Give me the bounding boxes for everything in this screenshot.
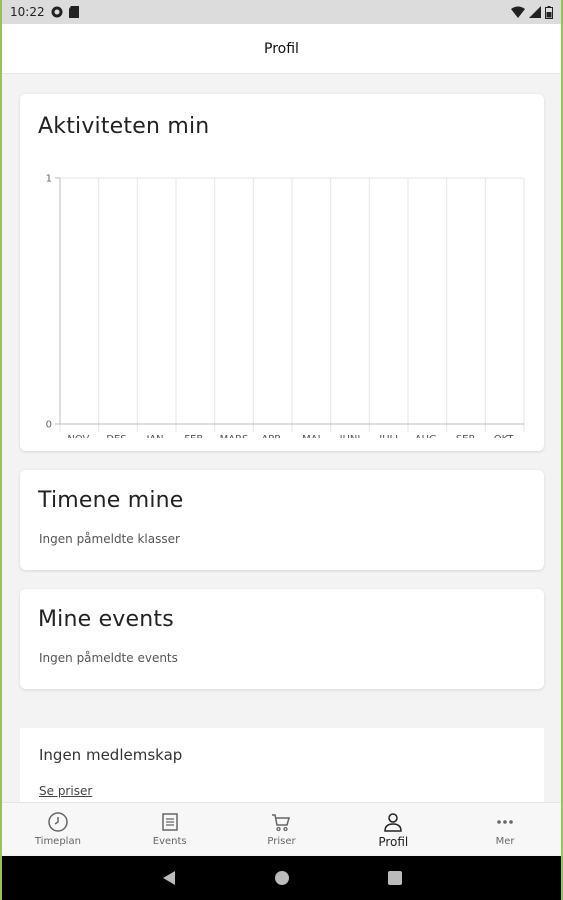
see-prices-link[interactable]: Se priser — [39, 784, 92, 798]
status-time: 10:22 — [10, 5, 45, 19]
back-icon[interactable] — [162, 870, 176, 886]
chart-x-tick-label: JUNI — [339, 434, 361, 438]
chart-x-tick-label: AUG. — [415, 434, 440, 438]
chart-y-tick-label: 1 — [46, 174, 52, 185]
activity-title: Aktiviteten min — [38, 114, 210, 139]
person-icon — [384, 813, 403, 832]
events-empty-text: Ingen påmeldte events — [39, 651, 178, 665]
events-title: Mine events — [38, 607, 174, 632]
battery-icon — [545, 5, 553, 19]
chart-x-tick-label: APR. — [261, 434, 284, 438]
membership-title: Ingen medlemskap — [39, 746, 183, 764]
status-bar: 10:22 — [2, 0, 561, 24]
activity-card: Aktiviteten min 0 1 NOV. DES. JAN. FEB. MARS AP… — [20, 94, 544, 451]
activity-chart: 0 1 NOV. DES. JAN. FEB. MARS APR. MAI JUNI JULI AUG… — [46, 174, 525, 438]
wifi-icon — [511, 6, 525, 18]
profile-content[interactable]: Aktiviteten min 0 1 NOV. DES. JAN. FEB. MARS AP… — [2, 74, 561, 802]
nav-label-priser: Priser — [267, 836, 296, 847]
app-notification-icon — [51, 6, 63, 18]
chart-x-tick-label: NOV. — [67, 434, 91, 438]
signal-icon — [529, 6, 541, 18]
nav-item-mer[interactable]: Mer — [449, 803, 561, 854]
chart-x-tick-label: JULI — [378, 434, 398, 438]
home-icon[interactable] — [274, 870, 290, 886]
chart-y-tick-label: 0 — [46, 420, 52, 431]
system-navigation-bar — [2, 856, 561, 900]
chart-x-tick-label: SEP. — [456, 434, 476, 438]
list-icon — [161, 813, 178, 831]
nav-label-mer: Mer — [495, 836, 515, 847]
events-card: Mine events Ingen påmeldte events — [20, 589, 544, 689]
bottom-nav: Timeplan Events Priser Profil Mer — [2, 802, 561, 854]
nav-item-timeplan[interactable]: Timeplan — [2, 803, 114, 854]
clock-icon — [48, 812, 68, 832]
classes-empty-text: Ingen påmeldte klasser — [39, 532, 180, 546]
recents-icon[interactable] — [387, 871, 402, 885]
cart-icon — [272, 814, 291, 832]
chart-x-tick-label: FEB. — [184, 434, 206, 438]
chart-x-tick-label: MARS — [220, 434, 249, 438]
more-icon — [497, 820, 513, 824]
nav-item-events[interactable]: Events — [114, 803, 226, 854]
nav-item-profil[interactable]: Profil — [337, 803, 449, 854]
chart-x-tick-label: DES. — [106, 434, 130, 438]
chart-x-tick-label: JAN. — [146, 434, 167, 438]
nav-label-profil: Profil — [378, 835, 409, 849]
nav-item-priser[interactable]: Priser — [226, 803, 338, 854]
nav-label-timeplan: Timeplan — [34, 836, 81, 847]
sd-card-icon — [68, 6, 79, 18]
classes-title: Timene mine — [38, 488, 184, 513]
nav-label-events: Events — [152, 836, 187, 847]
device-screen: 10:22 Profil Aktiviteten min 0 1 Timene … — [2, 0, 561, 900]
membership-card: Ingen medlemskap Se priser — [20, 728, 544, 802]
page-title: Profil — [264, 40, 299, 57]
app-header: Profil — [2, 24, 561, 74]
chart-x-tick-label: OKT. — [494, 434, 516, 438]
chart-x-tick-label: MAI — [302, 434, 320, 438]
classes-card: Timene mine Ingen påmeldte klasser — [20, 470, 544, 570]
